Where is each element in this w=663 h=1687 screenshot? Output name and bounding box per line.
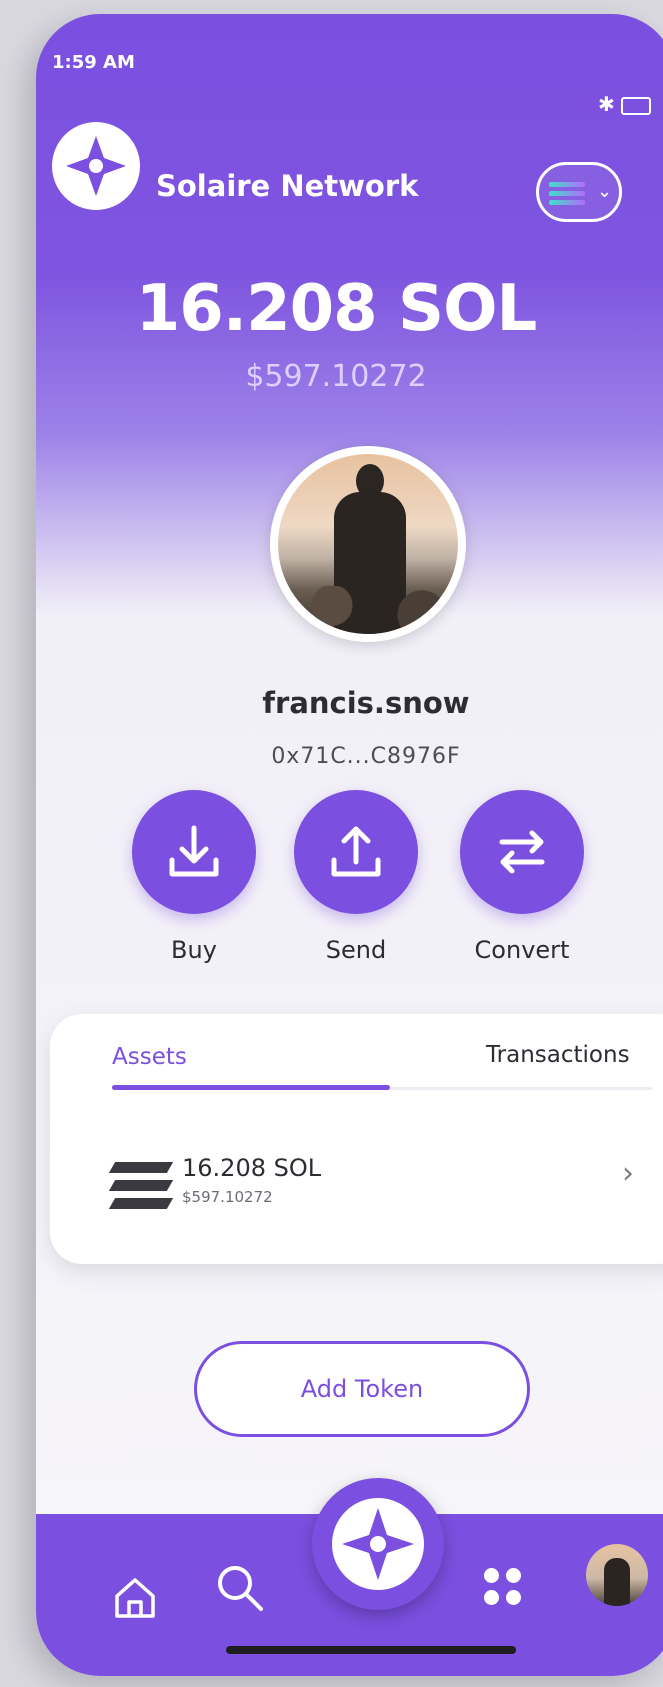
convert-label: Convert	[474, 936, 570, 964]
balance-amount: 16.208 SOL	[135, 272, 538, 346]
asset-value: $597.10272	[182, 1188, 273, 1206]
profile-avatar-large[interactable]	[270, 446, 466, 642]
send-label: Send	[325, 936, 387, 964]
add-token-label: Add Token	[300, 1375, 424, 1403]
network-selector-button[interactable]: ⌄	[536, 162, 622, 222]
buy-button[interactable]	[132, 790, 256, 914]
convert-icon	[499, 830, 545, 874]
bluetooth-icon: ✱	[598, 92, 615, 116]
add-token-button[interactable]: Add Token	[194, 1341, 530, 1437]
avatar-photo	[278, 454, 458, 634]
buy-label: Buy	[171, 936, 217, 964]
app-logo-icon	[52, 122, 140, 210]
battery-icon	[620, 96, 651, 115]
tab-active-indicator	[112, 1085, 390, 1090]
status-icons: ✱	[598, 92, 651, 116]
assets-card: Assets Transactions 16.208 SOL $597.1027…	[50, 1014, 663, 1264]
download-icon	[169, 825, 219, 877]
avatar[interactable]	[586, 1544, 648, 1606]
convert-button[interactable]	[460, 790, 584, 914]
phone-screen: 1:59 AM ✱ Solaire Network ⌄ 16.208 SOL $…	[36, 14, 663, 1676]
home-icon[interactable]	[112, 1574, 158, 1624]
center-action-button[interactable]	[312, 1478, 444, 1610]
status-time: 1:59 AM	[52, 52, 135, 73]
solana-icon	[549, 182, 585, 209]
chevron-down-icon: ⌄	[597, 181, 613, 202]
app-title: Solaire Network	[156, 169, 419, 203]
tab-transactions[interactable]: Transactions	[486, 1042, 630, 1068]
asset-amount[interactable]: 16.208 SOL	[182, 1154, 321, 1182]
balance-usd: $597.10272	[245, 359, 427, 394]
home-indicator[interactable]	[226, 1646, 516, 1654]
tab-assets[interactable]: Assets	[112, 1044, 187, 1070]
apps-icon[interactable]	[482, 1566, 526, 1610]
solana-icon	[108, 1162, 174, 1216]
chevron-right-icon[interactable]: ›	[622, 1156, 634, 1191]
search-icon[interactable]	[214, 1562, 268, 1620]
username: francis.snow	[262, 686, 470, 720]
send-button[interactable]	[294, 790, 418, 914]
wallet-address[interactable]: 0x71C...C8976F	[36, 744, 663, 769]
solaire-logo-icon	[332, 1498, 424, 1590]
upload-icon	[331, 826, 381, 877]
